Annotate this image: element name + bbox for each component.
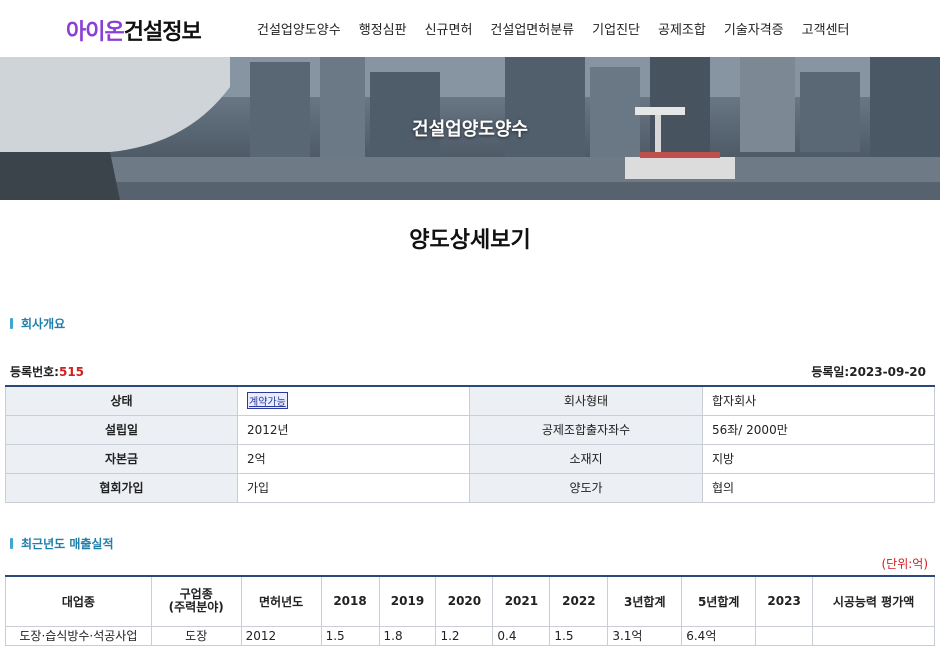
section-recent-sales: 최근년도 매출실적	[10, 535, 114, 552]
cell-5yr-total: 6.4억	[681, 625, 757, 646]
col-header: 2019	[378, 575, 437, 627]
nav-license-class[interactable]: 건설업면허분류	[490, 19, 574, 38]
registration-date: 등록일:2023-09-20	[811, 363, 926, 380]
registration-number: 등록번호:515	[10, 363, 84, 380]
reg-no-label: 등록번호:	[10, 365, 59, 379]
label-location: 소재지	[469, 443, 703, 474]
label-status: 상태	[5, 385, 238, 416]
cell-2019: 1.8	[378, 625, 437, 646]
cell-3yr-total: 3.1억	[607, 625, 683, 646]
section-company-overview: 회사개요	[10, 315, 65, 332]
nav-certificate[interactable]: 기술자격증	[724, 19, 784, 38]
value-capital: 2억	[237, 443, 470, 474]
cell-2021: 0.4	[492, 625, 551, 646]
nav-diagnosis[interactable]: 기업진단	[592, 19, 640, 38]
label-capital: 자본금	[5, 443, 238, 474]
cell-2020: 1.2	[435, 625, 494, 646]
value-transfer-price: 협의	[702, 472, 935, 503]
cell-2018: 1.5	[320, 625, 380, 646]
site-header: 아이온건설정보 건설업양도양수 행정심판 신규면허 건설업면허분류 기업진단 공…	[0, 0, 940, 57]
label-association: 협회가입	[5, 472, 238, 503]
label-transfer-price: 양도가	[469, 472, 703, 503]
col-header: 2018	[320, 575, 380, 627]
reg-date-label: 등록일:	[811, 365, 850, 379]
value-location: 지방	[702, 443, 935, 474]
reg-no-value: 515	[58, 365, 85, 379]
label-company-type: 회사형태	[469, 385, 703, 416]
banner-title: 건설업양도양수	[412, 119, 528, 140]
nav-customer-center[interactable]: 고객센터	[802, 19, 850, 38]
hero-banner: 건설업양도양수	[0, 57, 940, 200]
col-header: 2023	[755, 575, 814, 627]
col-header: 대업종	[5, 575, 152, 627]
cell-main-industry: 도장·습식방수·석공사업	[5, 625, 152, 646]
cell-2023	[755, 625, 814, 646]
value-company-type: 합자회사	[702, 385, 935, 416]
company-info-table: 상태 계약가능 회사형태 합자회사 설립일 2012년 공제조합출자좌수 56좌…	[5, 385, 935, 503]
page-title: 양도상세보기	[409, 228, 531, 253]
table-row: 협회가입 가입 양도가 협의	[5, 472, 935, 503]
col-header: 시공능력 평가액	[812, 575, 935, 627]
col-header: 3년합계	[607, 575, 683, 627]
unit-note: (단위:억)	[881, 557, 928, 571]
col-header: 2022	[549, 575, 609, 627]
value-union-shares: 56좌/ 2000만	[702, 414, 935, 445]
nav-transfer[interactable]: 건설업양도양수	[257, 19, 341, 38]
value-association: 가입	[237, 472, 470, 503]
nav-new-license[interactable]: 신규면허	[425, 19, 473, 38]
cell-license-year: 2012	[240, 625, 322, 646]
table-row: 설립일 2012년 공제조합출자좌수 56좌/ 2000만	[5, 414, 935, 445]
reg-date-value: 2023-09-20	[849, 365, 926, 379]
col-header: 5년합계	[681, 575, 757, 627]
logo-brand: 아이온	[66, 20, 125, 45]
value-status: 계약가능	[237, 385, 470, 416]
col-header: 구업종 (주력분야)	[150, 575, 242, 627]
value-founded: 2012년	[237, 414, 470, 445]
sales-table: 대업종 구업종 (주력분야) 면허년도 2018 2019 2020 2021 2…	[5, 575, 935, 646]
label-founded: 설립일	[5, 414, 238, 445]
section-title: 최근년도 매출실적	[21, 537, 114, 551]
col-header-line2: (주력분야)	[168, 600, 224, 615]
table-row: 자본금 2억 소재지 지방	[5, 443, 935, 474]
site-logo[interactable]: 아이온건설정보	[66, 14, 202, 46]
section-bar-icon	[10, 538, 13, 549]
section-bar-icon	[10, 318, 13, 329]
main-nav: 건설업양도양수 행정심판 신규면허 건설업면허분류 기업진단 공제조합 기술자격…	[248, 0, 859, 57]
col-header: 2021	[492, 575, 551, 627]
cell-sub-industry: 도장	[150, 625, 242, 646]
col-header: 면허년도	[240, 575, 322, 627]
label-union-shares: 공제조합출자좌수	[469, 414, 703, 445]
logo-text: 건설정보	[123, 20, 202, 45]
nav-mutual-aid[interactable]: 공제조합	[658, 19, 706, 38]
table-header-row: 대업종 구업종 (주력분야) 면허년도 2018 2019 2020 2021 2…	[5, 575, 935, 627]
status-badge[interactable]: 계약가능	[247, 392, 288, 410]
table-row: 상태 계약가능 회사형태 합자회사	[5, 385, 935, 416]
cell-capability	[812, 625, 935, 646]
section-title: 회사개요	[21, 317, 66, 331]
col-header: 2020	[435, 575, 494, 627]
nav-admin-trial[interactable]: 행정심판	[359, 19, 407, 38]
table-row: 도장·습식방수·석공사업 도장 2012 1.5 1.8 1.2 0.4 1.5…	[5, 625, 935, 646]
cell-2022: 1.5	[549, 625, 609, 646]
